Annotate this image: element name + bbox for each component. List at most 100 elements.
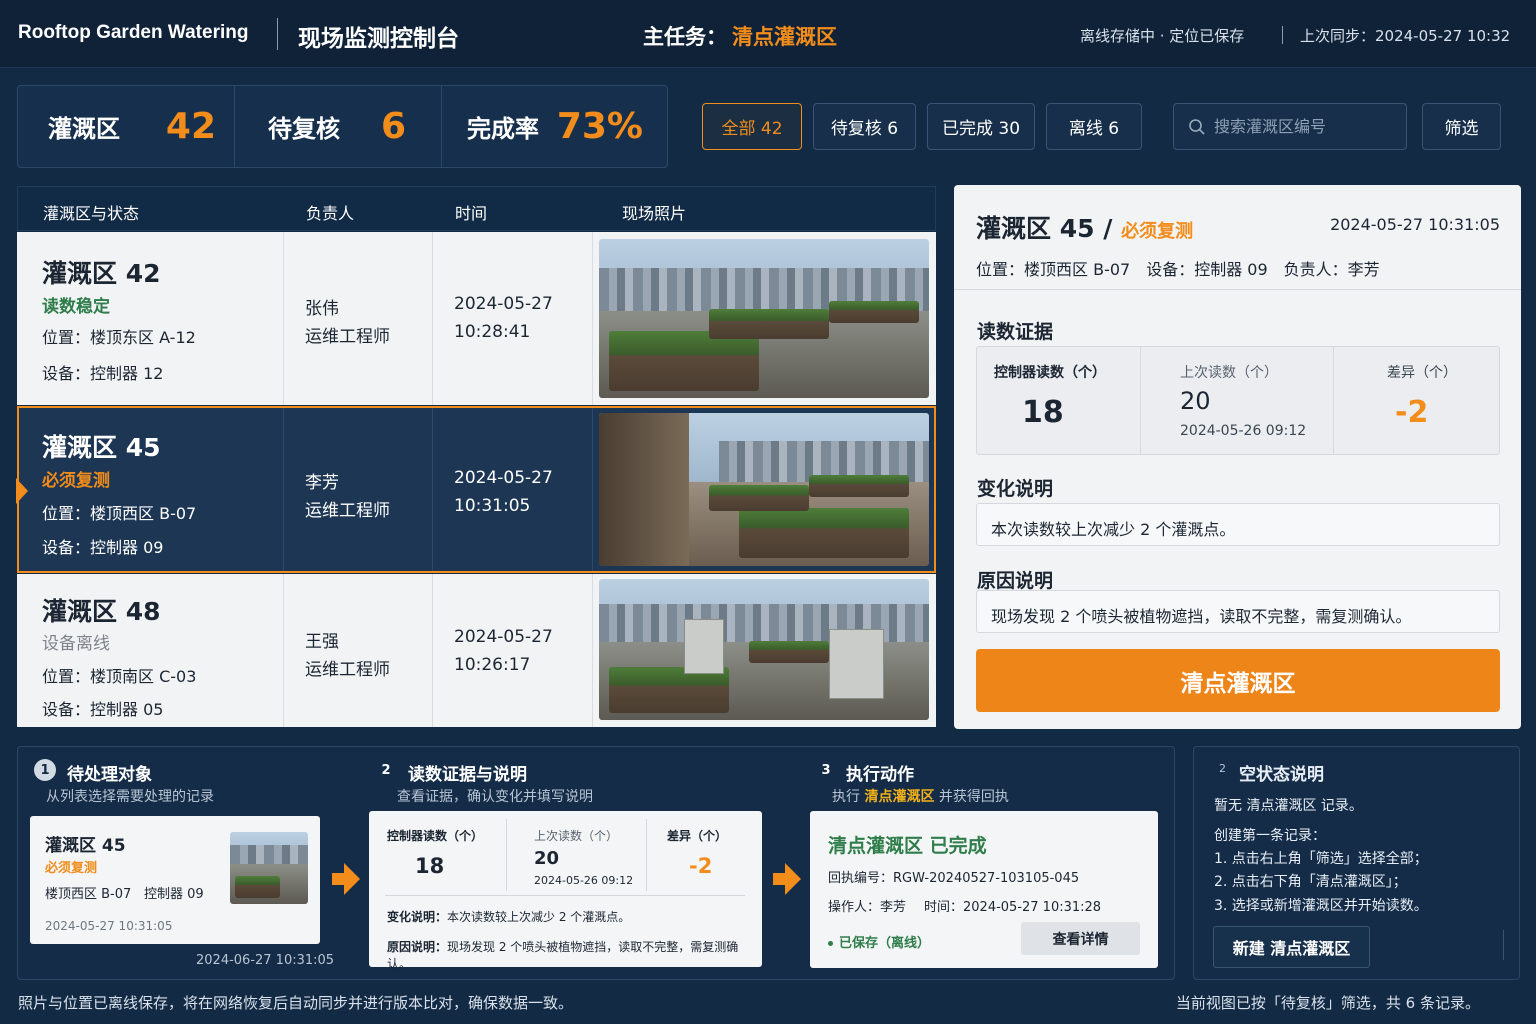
filter-offline[interactable]: 离线 6 <box>1046 103 1142 150</box>
receipt-time: 时间：2024-05-27 10:31:28 <box>924 900 1102 915</box>
filter-button[interactable]: 筛选 <box>1422 103 1501 150</box>
footer-filter-summary: 当前视图已按「待复核」筛选，共 6 条记录。 <box>1175 994 1480 1012</box>
pending-item-card[interactable]: 灌溉区 45 必须复测 楼顶西区 B-07 控制器 09 2024-05-27 … <box>30 816 320 944</box>
offline-status: 离线存储中 · 定位已保存 <box>1080 27 1245 45</box>
stat-label: 完成率 <box>467 115 539 143</box>
main-task-label: 主任务： <box>643 25 727 49</box>
title-divider <box>277 18 278 50</box>
mini-reading-value: 20 <box>534 848 560 869</box>
summary-stats: 灌溉区 42 待复核 6 完成率 73% <box>17 85 668 168</box>
divider <box>954 289 1521 290</box>
cell-divider <box>432 408 433 571</box>
cell-divider <box>432 574 433 727</box>
reading-difference: 差异（个） -2 <box>1334 347 1499 454</box>
search-box[interactable] <box>1173 103 1407 150</box>
reading-label: 上次读数（个） <box>1180 365 1278 381</box>
arrow-right-icon <box>773 863 801 895</box>
owner-role: 运维工程师 <box>305 501 390 521</box>
stat-value: 6 <box>380 106 406 147</box>
table-row-selected[interactable]: 灌溉区 45 必须复测 位置：楼顶西区 B-07 设备：控制器 09 李芳 运维… <box>16 406 936 573</box>
card-time: 2024-05-27 10:31:05 <box>45 919 173 933</box>
detail-title: 灌溉区 45 / 必须复测 <box>976 209 1193 245</box>
step-subtitle: 从列表选择需要处理的记录 <box>46 789 214 805</box>
divider <box>506 819 507 891</box>
search-input[interactable] <box>1214 117 1404 136</box>
app-title: Rooftop Garden Watering <box>18 22 249 43</box>
step-subtitle-pre: 执行 <box>832 789 860 805</box>
reading-value: -2 <box>1395 395 1429 430</box>
top-bar: Rooftop Garden Watering 现场监测控制台 主任务： 清点灌… <box>0 0 1536 68</box>
step-subtitle: 执行 清点灌溉区 并获得回执 <box>832 786 1009 806</box>
site-photo[interactable] <box>599 239 929 398</box>
empty-line: 创建第一条记录： <box>1214 828 1326 844</box>
reason-text[interactable]: 现场发现 2 个喷头被植物遮挡，读取不完整，需复测确认。 <box>976 590 1500 633</box>
receipt-card: 清点灌溉区 已完成 回执编号：RGW-20240527-103105-045 操… <box>810 811 1158 968</box>
step-subtitle-highlight: 清点灌溉区 <box>864 789 935 805</box>
table-header: 灌溉区与状态 负责人 时间 现场照片 <box>17 186 936 231</box>
detail-time: 2024-05-27 10:31:05 <box>1330 215 1500 234</box>
stat-completion: 完成率 73% <box>467 86 643 167</box>
cell-divider <box>592 408 593 571</box>
zone-status: 读数稳定 <box>42 297 110 317</box>
saved-dot-icon <box>828 941 833 946</box>
stat-divider <box>441 86 442 167</box>
reading-previous: 上次读数（个） 20 2024-05-26 09:12 <box>1141 347 1333 454</box>
console-title: 现场监测控制台 <box>298 26 459 52</box>
card-time-below: 2024-06-27 10:31:05 <box>196 953 335 968</box>
mini-reading-value: 18 <box>415 854 445 878</box>
status-divider <box>1282 26 1283 44</box>
view-details-button[interactable]: 查看详情 <box>1021 922 1140 955</box>
card-zone-name: 灌溉区 45 <box>45 836 126 856</box>
cell-divider <box>592 232 593 405</box>
stat-label: 待复核 <box>268 115 340 143</box>
change-text[interactable]: 本次读数较上次减少 2 个灌溉点。 <box>976 503 1500 546</box>
step-title: 执行动作 <box>846 765 914 785</box>
owner-name: 张伟 <box>305 299 339 319</box>
title-slash: / <box>1103 214 1113 243</box>
cell-divider <box>432 232 433 405</box>
detail-zone-name: 灌溉区 45 <box>976 214 1095 243</box>
table-row[interactable]: 灌溉区 42 读数稳定 位置：楼顶东区 A-12 设备：控制器 12 张伟 运维… <box>17 232 936 405</box>
step-number: 2 <box>381 762 391 778</box>
filter-pending[interactable]: 待复核 6 <box>813 103 916 150</box>
column-header: 灌溉区与状态 <box>43 204 140 223</box>
zone-location: 位置：楼顶南区 C-03 <box>42 667 197 686</box>
search-icon <box>1189 118 1205 135</box>
owner-role: 运维工程师 <box>305 327 390 347</box>
site-photo[interactable] <box>599 579 929 720</box>
reading-label: 控制器读数（个） <box>994 365 1106 381</box>
divider <box>1503 930 1504 960</box>
empty-step: 1. 点击右上角「筛选」选择全部； <box>1214 851 1428 867</box>
mini-reason: 原因说明：现场发现 2 个喷头被植物遮挡，读取不完整，需复测确认。 <box>387 940 739 971</box>
cell-divider <box>283 408 284 571</box>
reading-controller: 控制器读数（个） 18 <box>977 347 1140 454</box>
detail-status: 必须复测 <box>1121 221 1194 242</box>
filter-completed[interactable]: 已完成 30 <box>927 103 1035 150</box>
mini-reading-date: 2024-05-26 09:12 <box>534 874 634 887</box>
table-row[interactable]: 灌溉区 48 设备离线 位置：楼顶南区 C-03 设备：控制器 05 王强 运维… <box>17 574 936 727</box>
evidence-title: 读数证据 <box>977 321 1054 343</box>
stat-value: 73% <box>556 106 643 147</box>
zone-location: 位置：楼顶西区 B-07 <box>42 504 197 523</box>
receipt-operator: 操作人：李芳 <box>828 900 907 915</box>
count-zone-button[interactable]: 清点灌溉区 <box>976 649 1500 712</box>
divider <box>646 819 647 891</box>
reading-date: 2024-05-26 09:12 <box>1180 423 1307 439</box>
evidence-card: 控制器读数（个） 18 上次读数（个） 20 2024-05-26 09:12 … <box>369 811 762 971</box>
zone-device: 设备：控制器 09 <box>42 538 164 557</box>
new-count-button[interactable]: 新建 清点灌溉区 <box>1213 926 1370 968</box>
column-header: 现场照片 <box>622 204 687 223</box>
main-task-value: 清点灌溉区 <box>732 25 837 49</box>
selected-indicator-icon <box>16 478 28 504</box>
step-number: 3 <box>821 762 831 778</box>
footer-note: 照片与位置已离线保存，将在网络恢复后自动同步并进行版本比对，确保数据一致。 <box>18 994 574 1012</box>
filter-all[interactable]: 全部 42 <box>702 103 802 150</box>
site-photo[interactable] <box>599 413 929 566</box>
card-thumbnail <box>230 832 308 904</box>
owner-role: 运维工程师 <box>305 660 390 680</box>
step-subtitle-post: 并获得回执 <box>938 789 1009 805</box>
empty-step: 2. 点击右下角「清点灌溉区」； <box>1214 874 1407 890</box>
zone-status: 设备离线 <box>42 634 110 654</box>
step-number: 1 <box>34 759 56 781</box>
step-subtitle: 查看证据，确认变化并填写说明 <box>397 789 593 805</box>
